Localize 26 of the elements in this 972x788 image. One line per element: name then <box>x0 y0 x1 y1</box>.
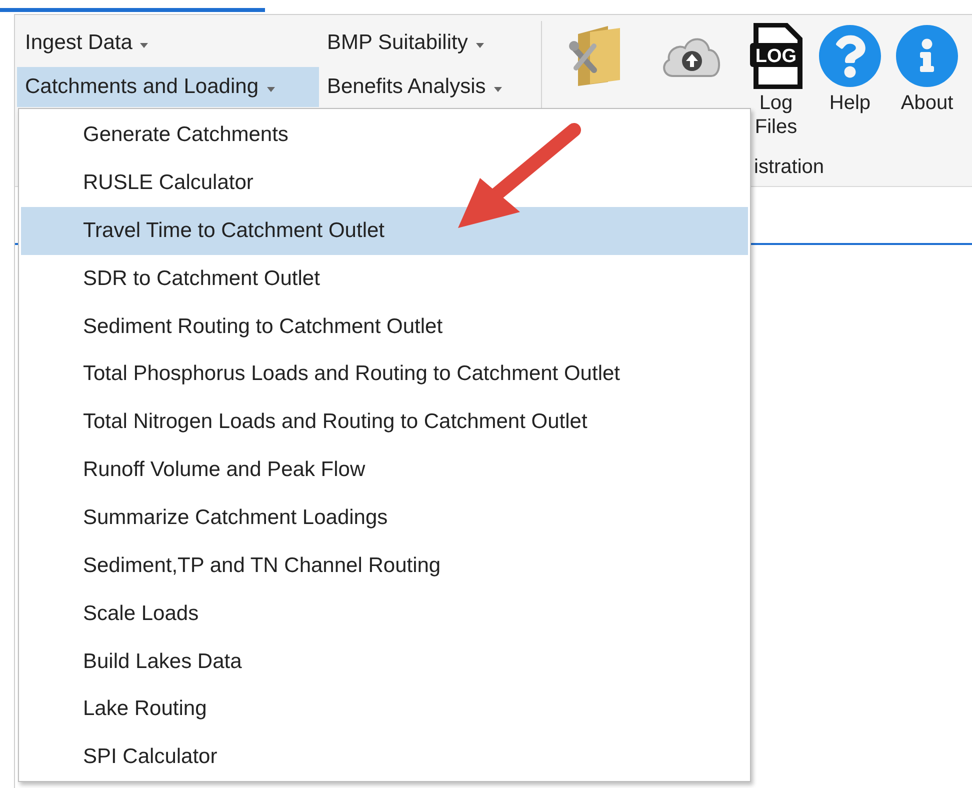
ribbon-tool-button[interactable]: About <box>888 21 966 115</box>
menu-item[interactable]: Travel Time to Catchment Outlet <box>21 206 748 255</box>
group-label: istration <box>754 155 826 180</box>
menu-item[interactable]: Sediment Routing to Catchment Outlet <box>21 302 748 350</box>
help-icon <box>818 24 882 88</box>
caret-icon <box>266 86 274 92</box>
ribbon-menu-button[interactable]: Catchments and Loading <box>17 67 319 107</box>
menu-item[interactable]: Sediment,TP and TN Channel Routing <box>21 542 748 590</box>
menu-item[interactable]: SDR to Catchment Outlet <box>21 254 748 302</box>
ribbon-menu-button[interactable]: Benefits Analysis <box>319 67 541 107</box>
ribbon-tool-button[interactable]: Help <box>812 21 888 115</box>
menu-item[interactable]: Total Phosphorus Loads and Routing to Catchment Outlet <box>21 350 748 398</box>
info-icon <box>895 24 959 88</box>
ribbon-menu-button[interactable]: Ingest Data <box>17 23 319 63</box>
menu-item[interactable]: Build Lakes Data <box>21 637 748 686</box>
menu-item[interactable]: SPI Calculator <box>21 733 748 782</box>
caret-icon <box>494 86 502 92</box>
caret-icon <box>476 42 484 48</box>
ribbon-menu-button[interactable]: BMP Suitability <box>319 23 541 63</box>
menu-item[interactable]: Summarize Catchment Loadings <box>21 494 748 542</box>
caret-icon <box>140 42 148 48</box>
menu-item[interactable]: Lake Routing <box>21 685 748 734</box>
menu-item[interactable]: Total Nitrogen Loads and Routing to Catchment Outlet <box>21 398 748 446</box>
menu-item[interactable]: Runoff Volume and Peak Flow <box>21 446 748 494</box>
menu-item[interactable]: RUSLE Calculator <box>21 158 748 207</box>
menu-item[interactable]: Scale Loads <box>21 590 748 638</box>
